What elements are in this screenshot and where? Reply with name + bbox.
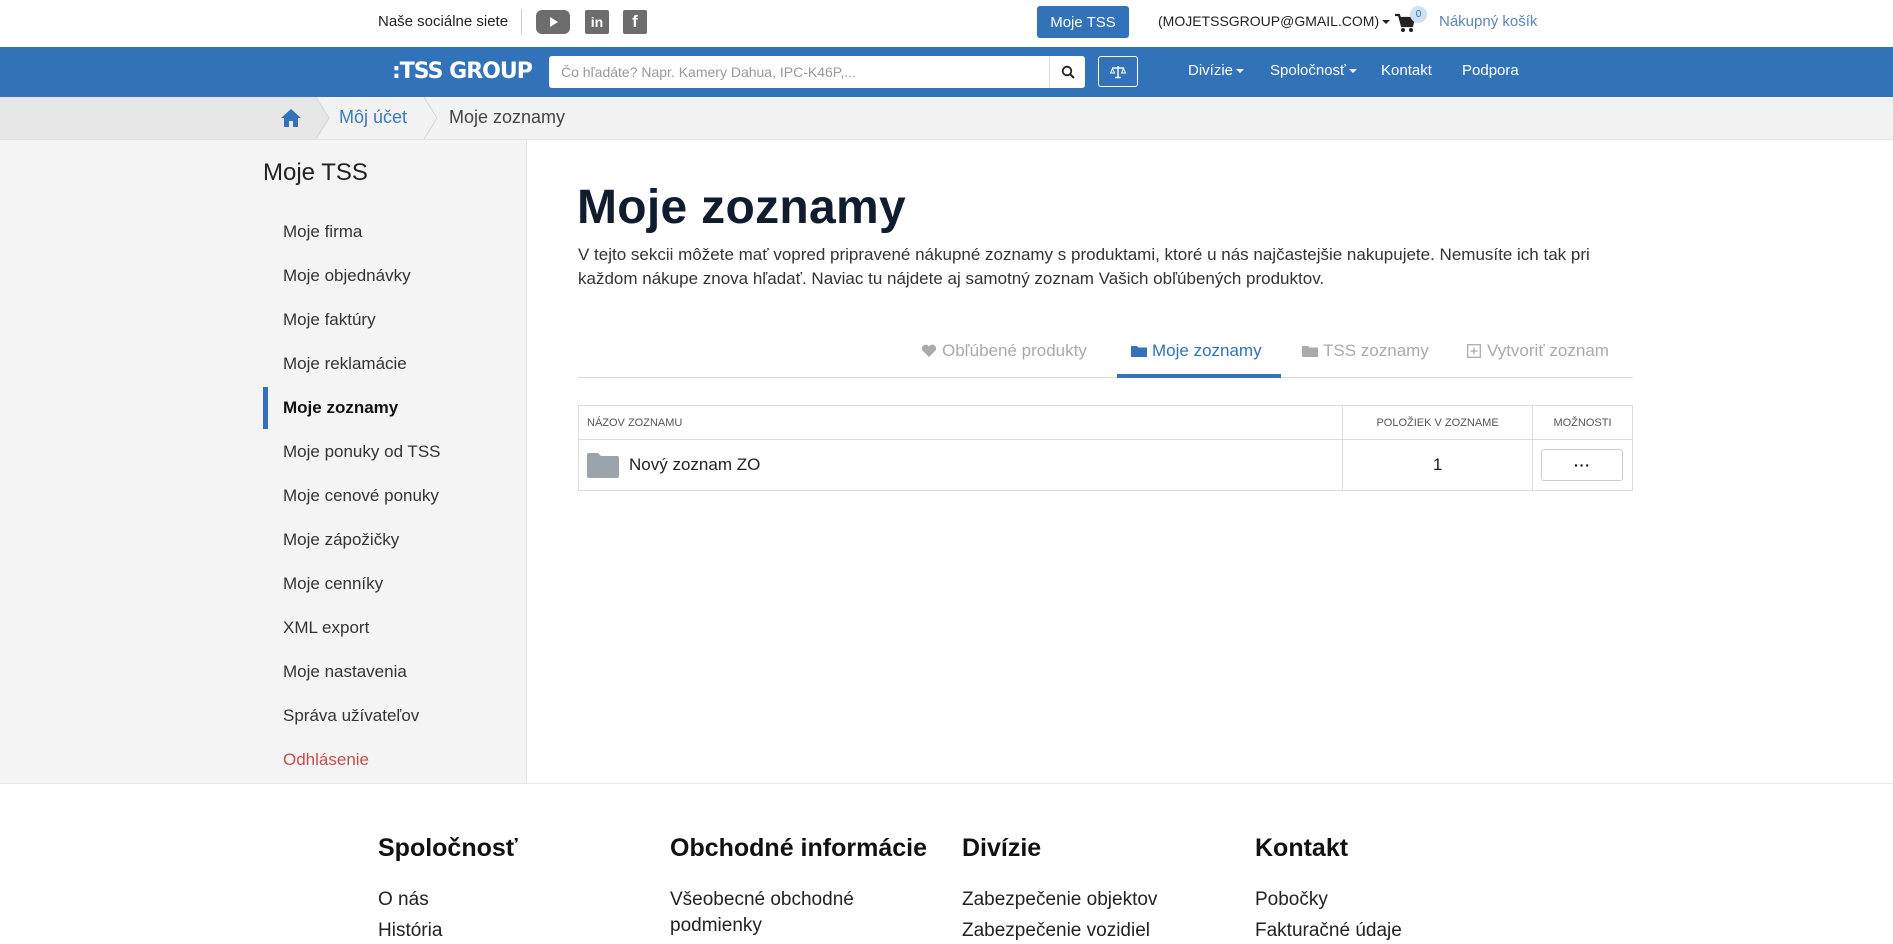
column-header-options: MOŽNOSTI (1531, 405, 1634, 440)
table-row[interactable]: Nový zoznam ZO 1 ··· (577, 439, 1634, 491)
tab-tss-lists-label: TSS zoznamy (1323, 341, 1429, 360)
page-description: V tejto sekcii môžete mať vopred priprav… (578, 245, 1590, 288)
sidebar-item-logout[interactable]: Odhlásenie (283, 750, 369, 770)
main-navbar: :TSS GROUP Divízie Spoločnosť Kontakt Po… (0, 47, 1893, 97)
footer-link-property-security[interactable]: Zabezpečenie objektov (962, 887, 1157, 913)
breadcrumb: Môj účet Moje zoznamy (0, 97, 1893, 140)
footer-link-history[interactable]: História (378, 918, 442, 944)
logo[interactable]: :TSS GROUP (392, 59, 533, 84)
sidebar-title: Moje TSS (263, 159, 368, 186)
page-title: Moje zoznamy (577, 181, 906, 234)
compare-button[interactable] (1098, 56, 1138, 87)
sidebar-item-loans[interactable]: Moje zápožičky (283, 530, 399, 550)
sidebar-item-quotes[interactable]: Moje cenové ponuky (283, 486, 439, 506)
footer-heading-contact: Kontakt (1255, 834, 1349, 862)
breadcrumb-my-account[interactable]: Môj účet (339, 107, 407, 128)
scale-icon (1110, 65, 1126, 78)
tab-favorites-label: Obľúbené produkty (942, 341, 1087, 360)
tab-my-lists-label: Moje zoznamy (1152, 341, 1262, 360)
social-label: Naše sociálne siete (378, 13, 509, 30)
footer: Spoločnosť O nás História Obchodné infor… (0, 783, 1893, 941)
nav-support[interactable]: Podpora (1462, 62, 1519, 79)
sidebar-item-pricelists[interactable]: Moje cenníky (283, 574, 383, 594)
column-header-count: POLOŽIEK V ZOZNAME (1342, 405, 1533, 440)
youtube-icon[interactable] (536, 10, 570, 34)
sidebar-item-invoices[interactable]: Moje faktúry (283, 310, 376, 330)
tab-create-list-label: Vytvoriť zoznam (1487, 341, 1609, 360)
footer-link-branches[interactable]: Pobočky (1255, 887, 1328, 913)
column-header-name: NÁZOV ZOZNAMU (577, 405, 1344, 440)
chevron-down-icon (1382, 20, 1391, 25)
folder-icon (587, 453, 619, 478)
cart-link[interactable]: Nákupný košík (1439, 13, 1537, 30)
chevron-down-icon (1348, 69, 1357, 74)
tab-tss-lists[interactable]: TSS zoznamy (1302, 341, 1429, 361)
sidebar-item-users[interactable]: Správa užívateľov (283, 706, 419, 726)
top-bar: Naše sociálne siete in f Moje TSS (MOJET… (0, 0, 1893, 47)
sidebar-item-company[interactable]: Moje firma (283, 222, 362, 242)
heart-icon (921, 344, 937, 357)
account-email: (MOJETSSGROUP@GMAIL.COM) (1158, 13, 1380, 29)
nav-contact[interactable]: Kontakt (1381, 62, 1432, 79)
breadcrumb-separator (424, 97, 438, 139)
sidebar-item-orders[interactable]: Moje objednávky (283, 266, 411, 286)
search-button[interactable] (1049, 56, 1085, 88)
nav-company-label: Spoločnosť (1270, 62, 1346, 79)
plus-square-icon (1467, 344, 1481, 358)
footer-heading-company: Spoločnosť (378, 834, 518, 862)
options-button[interactable]: ··· (1541, 449, 1624, 481)
search-input[interactable] (549, 56, 1049, 88)
my-tss-button[interactable]: Moje TSS (1037, 6, 1129, 38)
tab-my-lists[interactable]: Moje zoznamy (1131, 341, 1262, 361)
breadcrumb-home-area (0, 97, 316, 139)
breadcrumb-current: Moje zoznamy (449, 107, 566, 127)
tab-favorites[interactable]: Obľúbené produkty (921, 341, 1087, 361)
breadcrumb-separator (316, 97, 330, 139)
sidebar-item-settings[interactable]: Moje nastavenia (283, 662, 407, 682)
tabs: Obľúbené produkty Moje zoznamy TSS zozna… (578, 336, 1633, 378)
footer-link-terms[interactable]: Všeobecné obchodné (670, 887, 854, 913)
folder-icon (1302, 346, 1318, 357)
footer-heading-business: Obchodné informácie (670, 834, 927, 862)
tab-create-list[interactable]: Vytvoriť zoznam (1466, 341, 1609, 361)
search-icon (1061, 65, 1075, 79)
list-item-count: 1 (1342, 439, 1533, 491)
sidebar-item-lists[interactable]: Moje zoznamy (283, 398, 398, 418)
account-menu[interactable]: (MOJETSSGROUP@GMAIL.COM) (1158, 13, 1391, 29)
home-icon[interactable] (280, 108, 302, 128)
footer-link-about[interactable]: O nás (378, 887, 429, 913)
sidebar-item-complaints[interactable]: Moje reklamácie (283, 354, 407, 374)
sidebar-item-xml-export[interactable]: XML export (283, 618, 369, 638)
list-name-link[interactable]: Nový zoznam ZO (629, 455, 760, 475)
lists-table: NÁZOV ZOZNAMU POLOŽIEK V ZOZNAME MOŽNOST… (577, 405, 1634, 491)
active-indicator (263, 387, 268, 429)
divider (521, 9, 522, 35)
folder-icon (1131, 346, 1147, 357)
nav-divisions[interactable]: Divízie (1188, 62, 1245, 79)
linkedin-icon[interactable]: in (585, 10, 609, 34)
chevron-down-icon (1236, 69, 1245, 74)
facebook-icon[interactable]: f (623, 10, 647, 34)
footer-heading-divisions: Divízie (962, 834, 1042, 862)
footer-link-terms-cont[interactable]: podmienky (670, 913, 762, 939)
nav-company[interactable]: Spoločnosť (1270, 62, 1357, 79)
table-header-row: NÁZOV ZOZNAMU POLOŽIEK V ZOZNAME MOŽNOST… (577, 405, 1634, 440)
footer-link-billing[interactable]: Fakturačné údaje (1255, 918, 1402, 944)
nav-divisions-label: Divízie (1188, 62, 1234, 79)
cart-count-badge: 0 (1410, 6, 1427, 23)
sidebar-item-tss-offers[interactable]: Moje ponuky od TSS (283, 442, 441, 462)
footer-link-vehicle-security[interactable]: Zabezpečenie vozidiel (962, 918, 1150, 944)
sidebar: Moje TSS Moje firma Moje objednávky Moje… (0, 140, 527, 783)
active-tab-underline (1117, 374, 1281, 378)
